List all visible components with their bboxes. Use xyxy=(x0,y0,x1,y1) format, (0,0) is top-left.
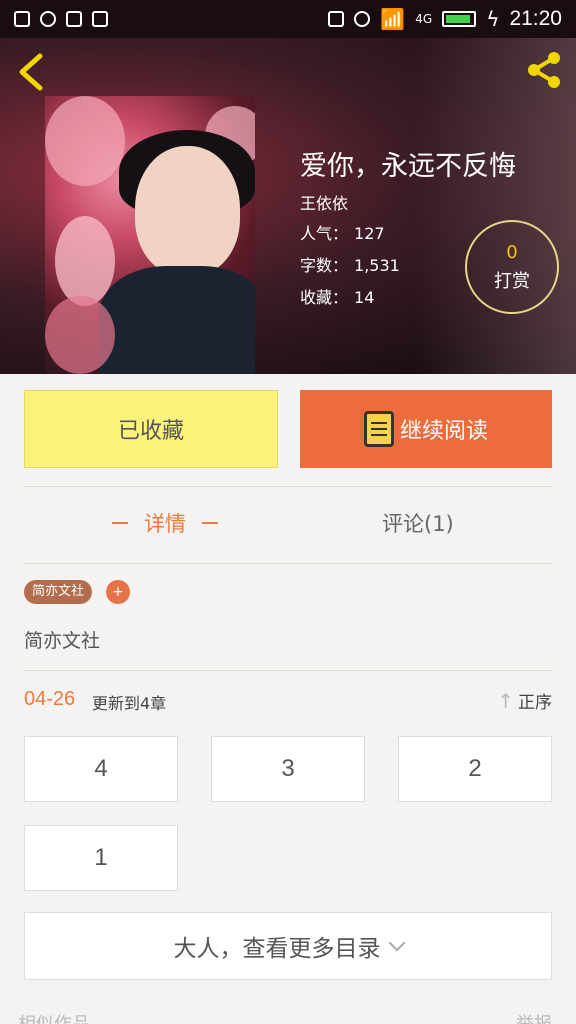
tip-button[interactable]: 0 打赏 xyxy=(465,220,559,314)
tab-detail-label: 详情 xyxy=(144,512,186,536)
tab-comments-label: 评论(1) xyxy=(382,512,454,536)
divider xyxy=(24,486,552,487)
clock: 21:20 xyxy=(509,7,562,30)
chapter-item[interactable]: 2 xyxy=(398,736,552,802)
status-left-icons xyxy=(14,11,108,27)
status-bar: 📶 4G ϟ 21:20 xyxy=(0,0,576,38)
book-icon xyxy=(363,411,394,447)
collected-label: 已收藏 xyxy=(117,419,184,444)
share-icon xyxy=(528,52,560,88)
stat-label: 收藏： xyxy=(300,288,349,307)
battery-icon xyxy=(442,11,477,27)
report-link[interactable]: 举报 xyxy=(516,1010,552,1024)
word-count-stat: 字数： 1,531 xyxy=(300,252,400,276)
stat-value: 127 xyxy=(354,224,385,243)
stat-label: 人气： xyxy=(300,224,349,243)
view-more-catalog-button[interactable]: 大人，查看更多目录 xyxy=(24,912,552,980)
chapter-item[interactable]: 1 xyxy=(24,825,178,891)
wifi-icon: 📶 xyxy=(380,7,406,31)
collected-button[interactable]: 已收藏 xyxy=(24,390,278,468)
chevron-left-icon xyxy=(19,53,43,91)
status-right-icons: 📶 4G ϟ 21:20 xyxy=(328,7,562,31)
tip-label: 打赏 xyxy=(494,270,530,292)
book-author: 王依依 xyxy=(300,194,349,213)
sort-order-button[interactable]: ↑ 正序 xyxy=(497,688,552,714)
more-catalog-label: 大人，查看更多目录 xyxy=(173,936,381,962)
stat-value: 14 xyxy=(354,288,375,307)
sort-label: 正序 xyxy=(518,693,552,713)
chat-icon xyxy=(92,11,108,27)
arrow-up-icon: ↑ xyxy=(497,688,514,713)
charging-icon: ϟ xyxy=(486,7,500,31)
book-title: 爱你，永远不反悔 xyxy=(300,151,516,182)
stat-label: 字数： xyxy=(300,256,349,275)
popularity-stat: 人气： 127 xyxy=(300,220,385,244)
publisher-description: 简亦文社 xyxy=(24,630,101,652)
continue-reading-button[interactable]: 继续阅读 xyxy=(300,390,552,468)
tip-count: 0 xyxy=(506,241,518,263)
favorites-stat: 收藏： 14 xyxy=(300,284,374,308)
publisher-tag[interactable]: 简亦文社 xyxy=(24,580,93,604)
book-header: 爱你，永远不反悔 王依依 人气： 127 字数： 1,531 收藏： 14 0 打赏 xyxy=(0,38,576,374)
add-tag-button[interactable]: + xyxy=(106,580,130,604)
chapter-item[interactable]: 4 xyxy=(24,736,178,802)
update-date: 04-26 xyxy=(24,688,76,710)
divider xyxy=(24,563,552,564)
alarm-icon xyxy=(354,11,371,27)
vibrate-icon xyxy=(328,11,345,27)
share-button[interactable] xyxy=(522,48,566,92)
message-notification-icon xyxy=(40,11,56,27)
divider xyxy=(24,670,552,671)
stat-value: 1,531 xyxy=(354,256,400,275)
update-text: 更新到4章 xyxy=(92,694,167,713)
chapter-item[interactable]: 3 xyxy=(211,736,365,802)
continue-reading-label: 继续阅读 xyxy=(399,419,488,444)
chevron-down-icon xyxy=(388,934,405,952)
book-cover-image xyxy=(45,96,255,374)
similar-works-heading: 相似作品 xyxy=(18,1010,90,1024)
tab-detail[interactable]: 详情 xyxy=(96,498,234,548)
image-notification-icon xyxy=(14,11,30,27)
network-type: 4G xyxy=(415,12,433,26)
back-button[interactable] xyxy=(14,52,54,92)
app-grid-icon xyxy=(66,11,82,27)
tab-comments[interactable]: 评论(1) xyxy=(382,498,454,548)
